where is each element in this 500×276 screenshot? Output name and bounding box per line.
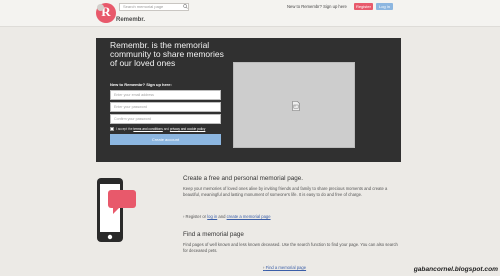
find-memorial-link[interactable]: › Find a memorial page (263, 265, 306, 270)
confirm-password-field[interactable]: Confirm your password (110, 114, 221, 124)
hero-title: Remembr. is the memorial community to sh… (110, 40, 224, 68)
remembr-logo-icon[interactable]: R (96, 3, 116, 23)
create-memorial-link[interactable]: create a memorial page (227, 214, 271, 219)
phone-chat-icon (97, 178, 136, 242)
section-create-title: Create a free and personal memorial page… (183, 175, 304, 182)
watermark: gabancornel.blogspot.com (413, 266, 498, 273)
top-bar: R Remembr. Search memorial page New to R… (0, 0, 500, 27)
signup-heading: New to Remembr? Sign up here: (110, 82, 172, 87)
terms-prefix: I accept the (116, 127, 133, 131)
terms-and: and (163, 127, 170, 131)
brand-name[interactable]: Remembr. (116, 17, 145, 23)
section-create-text: Keep your memories of loved ones alive b… (183, 186, 388, 197)
privacy-link[interactable]: privacy and cookie policy (170, 127, 205, 131)
login-button[interactable]: Log in (376, 3, 393, 10)
terms-checkbox[interactable] (110, 127, 114, 131)
section-find-title: Find a memorial page (183, 231, 244, 238)
section-create-links: › Register or log in and create a memori… (183, 214, 271, 219)
register-button[interactable]: Register (354, 3, 373, 10)
terms-text: I accept the terms and conditions and pr… (116, 127, 205, 131)
hero-image (233, 62, 355, 148)
create-account-button[interactable]: Create account (110, 134, 221, 145)
login-link[interactable]: log in (207, 214, 217, 219)
password-field[interactable]: Enter your password (110, 102, 221, 112)
section-find-text: Find pages of well known and less known … (183, 242, 398, 253)
find-memorial-link-label[interactable]: Find a memorial page (266, 265, 307, 270)
hero-panel: Remembr. is the memorial community to sh… (96, 38, 401, 162)
register-prefix: › Register or (183, 214, 207, 219)
search-input[interactable]: Search memorial page (119, 3, 189, 11)
chevron-right-icon: › (263, 265, 265, 270)
and-text: and (218, 214, 226, 219)
search-icon[interactable] (183, 4, 188, 9)
email-field[interactable]: Enter your email address (110, 90, 221, 100)
image-placeholder-icon (292, 101, 300, 111)
signup-link[interactable]: New to Remembr? Sign up here (287, 4, 347, 9)
terms-link[interactable]: terms and conditions (133, 127, 162, 131)
